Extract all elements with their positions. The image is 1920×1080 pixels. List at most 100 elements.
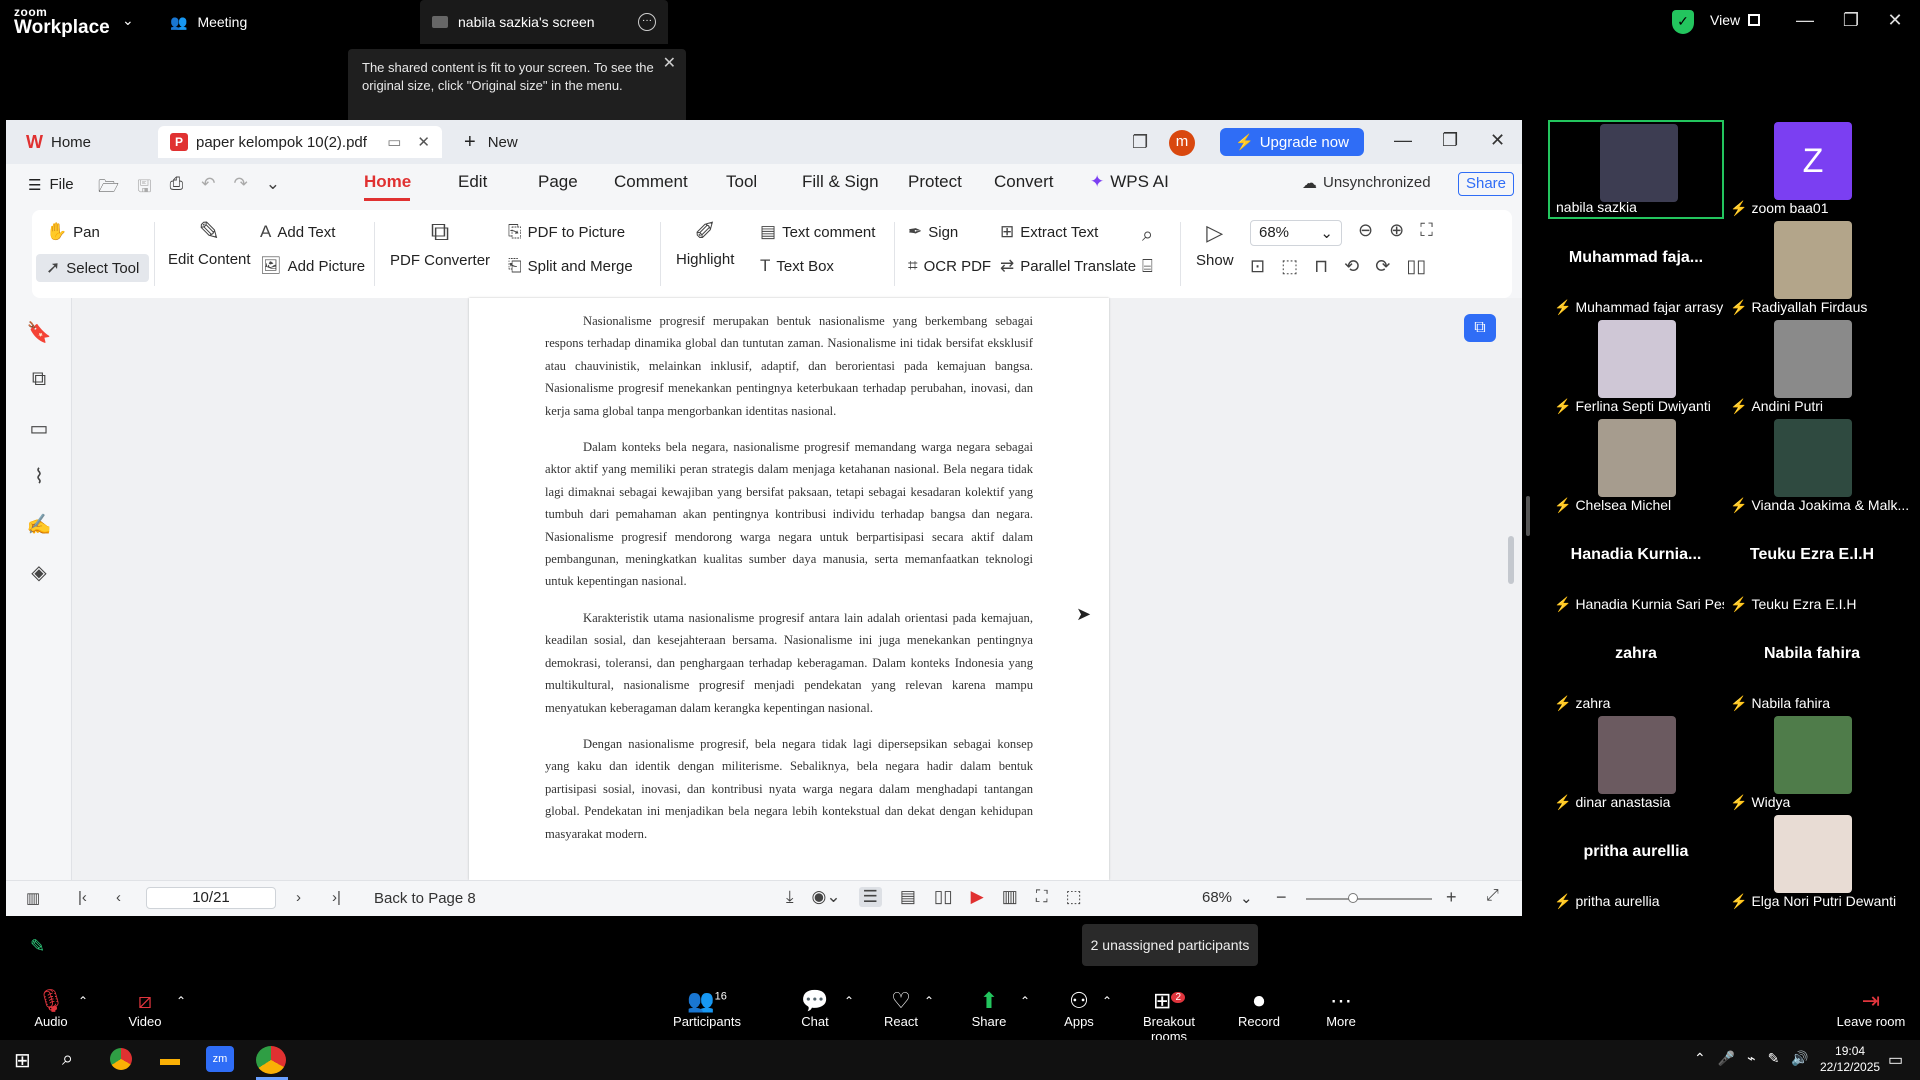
search-icon[interactable]: ⌕ bbox=[62, 1048, 73, 1071]
single-page-icon[interactable]: ▤ bbox=[900, 887, 916, 907]
pdf-converter-button[interactable]: ⧉ PDF Converter bbox=[390, 216, 490, 269]
redo-icon[interactable]: ↷ bbox=[233, 174, 247, 203]
participants-button[interactable]: 👥16 Participants bbox=[662, 988, 752, 1029]
search-icon[interactable]: ⌕ bbox=[1142, 224, 1153, 247]
zoom-in-icon[interactable]: + bbox=[1446, 887, 1457, 908]
file-tab[interactable]: P paper kelompok 10(2).pdf ▭ ✕ bbox=[158, 126, 442, 158]
continuous-icon[interactable]: ☰ bbox=[858, 887, 882, 907]
more-button[interactable]: ⋯ More bbox=[1296, 988, 1386, 1029]
view-button[interactable]: View bbox=[1710, 12, 1761, 28]
participant-tile[interactable]: zahra ⚡ zahra bbox=[1548, 615, 1724, 714]
back-to-page-link[interactable]: Back to Page 8 bbox=[374, 890, 476, 907]
print-icon[interactable]: ⎙ bbox=[170, 174, 184, 203]
fit-icon[interactable]: ⤓ bbox=[786, 887, 794, 907]
menu-wps-ai[interactable]: ✦ WPS AI bbox=[1090, 172, 1169, 192]
meeting-tab[interactable]: 👥 Meeting bbox=[170, 0, 247, 44]
close-icon[interactable]: ✕ bbox=[1880, 10, 1910, 31]
ocr-button[interactable]: ⌗ OCR PDF bbox=[908, 256, 991, 276]
text-comment-button[interactable]: ▤ Text comment bbox=[760, 222, 875, 242]
rotate-right-icon[interactable]: ⟳ bbox=[1375, 256, 1390, 277]
breakout-rooms-button[interactable]: ⊞ 2 Breakout rooms bbox=[1124, 988, 1214, 1044]
open-folder-icon[interactable]: 🗁 bbox=[98, 174, 119, 203]
menu-fill-sign[interactable]: Fill & Sign bbox=[802, 172, 879, 192]
zoom-app-icon[interactable]: zm bbox=[206, 1046, 234, 1072]
zoom-select[interactable]: 68% ⌄ bbox=[1250, 220, 1342, 246]
first-page-icon[interactable]: |‹ bbox=[78, 889, 87, 906]
reading-icon[interactable]: ▥ bbox=[1002, 887, 1018, 907]
chevron-up-icon[interactable]: ⌃ bbox=[924, 994, 934, 1008]
chevron-down-icon[interactable]: ⌄ bbox=[122, 12, 134, 29]
pan-button[interactable]: ✋ Pan bbox=[46, 222, 100, 242]
chevron-down-icon[interactable]: ⌄ bbox=[266, 174, 280, 203]
text-box-button[interactable]: T Text Box bbox=[760, 256, 834, 276]
windows-start-icon[interactable]: ⊞ bbox=[14, 1048, 31, 1073]
fit-page-icon[interactable]: ⬚ bbox=[1281, 256, 1298, 277]
more-options-icon[interactable]: ··· bbox=[638, 13, 656, 31]
new-tab-button[interactable]: + New bbox=[452, 126, 552, 158]
chevron-up-icon[interactable]: ⌃ bbox=[78, 994, 88, 1008]
menu-edit[interactable]: Edit bbox=[458, 172, 487, 192]
participant-tile[interactable]: ⚡ Elga Nori Putri Dewanti bbox=[1724, 813, 1900, 912]
volume-icon[interactable]: 🔊 bbox=[1791, 1050, 1808, 1067]
participant-tile[interactable]: ⚡ Andini Putri bbox=[1724, 318, 1900, 417]
file-explorer-icon[interactable]: ▬ bbox=[160, 1048, 180, 1071]
participant-tile[interactable]: ⚡ dinar anastasia bbox=[1548, 714, 1724, 813]
read-mode-icon[interactable]: ▯▯ bbox=[1406, 256, 1426, 277]
page-input[interactable]: 10/21 bbox=[146, 887, 276, 909]
highlight-button[interactable]: ✐ Highlight bbox=[676, 216, 734, 268]
save-icon[interactable]: 🖫 bbox=[137, 174, 151, 203]
scan-icon[interactable]: ⌸ bbox=[1142, 256, 1153, 277]
network-icon[interactable]: ⌁ bbox=[1747, 1050, 1755, 1067]
attachment-icon[interactable]: ⌇ bbox=[26, 464, 52, 490]
play-slideshow-icon[interactable]: ▶ bbox=[971, 887, 984, 907]
menu-page[interactable]: Page bbox=[538, 172, 578, 192]
zoom-in-icon[interactable]: ⊕ bbox=[1389, 220, 1404, 241]
pdf-page[interactable]: Nasionalisme progresif merupakan bentuk … bbox=[469, 298, 1109, 880]
zoom-status[interactable]: 68% ⌄ bbox=[1202, 889, 1253, 907]
crop-icon[interactable]: ⬚ bbox=[1066, 887, 1082, 907]
multi-window-icon[interactable]: ❐ bbox=[1132, 132, 1148, 153]
next-page-icon[interactable]: › bbox=[296, 889, 301, 906]
participant-tile[interactable]: Nabila fahira ⚡ Nabila fahira bbox=[1724, 615, 1900, 714]
parallel-translate-button[interactable]: ⇄ Parallel Translate bbox=[1000, 256, 1136, 276]
fit-width-icon[interactable]: ⊓ bbox=[1314, 256, 1328, 277]
signature-icon[interactable]: ✍ bbox=[26, 512, 52, 538]
fullscreen-icon[interactable]: ⤢ bbox=[1486, 887, 1499, 905]
split-merge-button[interactable]: ⎗ Split and Merge bbox=[508, 256, 633, 276]
extract-text-button[interactable]: ⊞ Extract Text bbox=[1000, 222, 1098, 242]
add-text-button[interactable]: A Add Text bbox=[260, 222, 335, 242]
clock[interactable]: 19:04 22/12/2025 bbox=[1820, 1043, 1880, 1075]
participant-tile[interactable]: ⚡ Vianda Joakima & Malk... bbox=[1724, 417, 1909, 516]
minimize-icon[interactable]: — bbox=[1394, 130, 1412, 151]
edit-content-button[interactable]: ✎ Edit Content bbox=[168, 216, 251, 268]
actual-size-icon[interactable]: ⊡ bbox=[1250, 256, 1265, 277]
eye-icon[interactable]: ◉⌄ bbox=[812, 887, 841, 907]
select-tool-button[interactable]: ➚ Select Tool bbox=[36, 254, 150, 282]
chevron-up-icon[interactable]: ⌃ bbox=[1694, 1050, 1706, 1067]
layers-icon[interactable]: ◈ bbox=[26, 560, 52, 586]
chrome-icon[interactable] bbox=[110, 1048, 132, 1070]
pdf-to-picture-button[interactable]: ⎘ PDF to Picture bbox=[508, 222, 625, 242]
close-icon[interactable]: ✕ bbox=[663, 55, 676, 73]
fit-icon[interactable]: ⛶ bbox=[1420, 220, 1433, 241]
close-icon[interactable]: ✕ bbox=[1490, 130, 1505, 151]
vertical-scrollbar[interactable] bbox=[1508, 306, 1516, 876]
zoom-out-icon[interactable]: − bbox=[1276, 887, 1287, 908]
window-icon[interactable]: ▭ bbox=[387, 133, 401, 151]
chevron-up-icon[interactable]: ⌃ bbox=[176, 994, 186, 1008]
menu-tool[interactable]: Tool bbox=[726, 172, 757, 192]
leave-room-button[interactable]: ⇥ Leave room bbox=[1826, 988, 1916, 1029]
menu-convert[interactable]: Convert bbox=[994, 172, 1054, 192]
thumbnail-icon[interactable]: ⧉ bbox=[26, 368, 52, 394]
chrome-active-icon[interactable] bbox=[256, 1046, 286, 1074]
participant-tile[interactable]: ⚡ Chelsea Michel bbox=[1548, 417, 1724, 516]
annotate-icon[interactable]: ✎ bbox=[30, 936, 45, 957]
participant-tile[interactable]: nabila sazkia bbox=[1548, 120, 1724, 219]
chevron-up-icon[interactable]: ⌃ bbox=[1102, 994, 1112, 1008]
participant-tile[interactable]: Hanadia Kurnia... ⚡ Hanadia Kurnia Sari Pe… bbox=[1548, 516, 1740, 615]
rotate-icon[interactable]: ⟲ bbox=[1344, 256, 1359, 277]
upgrade-button[interactable]: ⚡ Upgrade now bbox=[1220, 128, 1364, 156]
menu-protect[interactable]: Protect bbox=[908, 172, 962, 192]
share-button[interactable]: Share bbox=[1458, 172, 1514, 196]
ai-assist-icon[interactable]: ⧉ bbox=[1464, 314, 1496, 342]
